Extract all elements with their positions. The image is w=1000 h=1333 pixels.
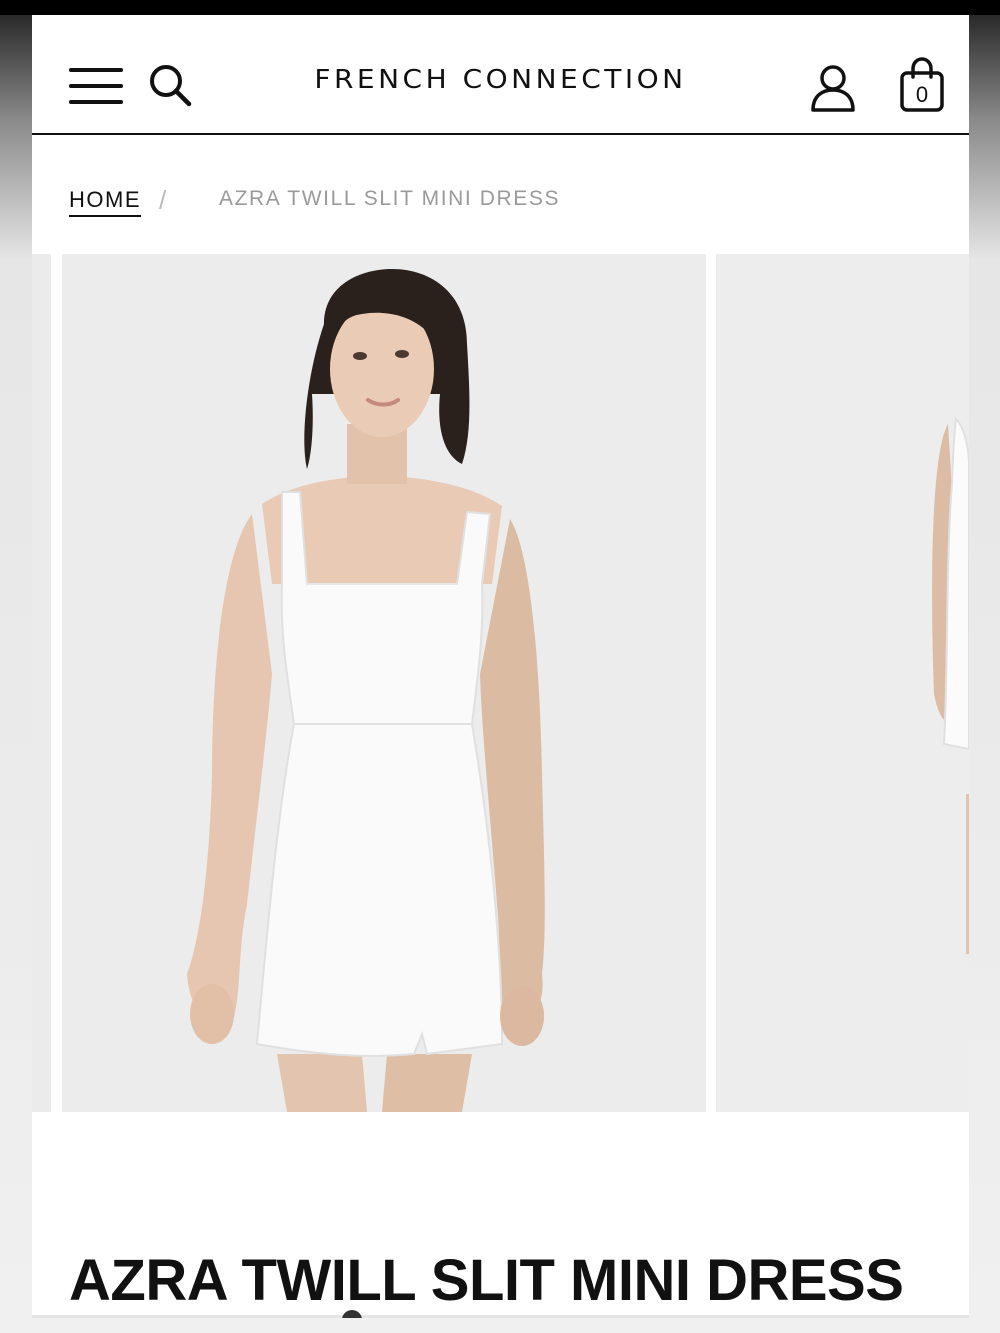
breadcrumb-current: AZRA TWILL SLIT MINI DRESS [219,187,561,210]
product-image-main[interactable] [62,254,706,1112]
model-side-view-image [716,254,969,1112]
breadcrumb-home-link[interactable]: HOME [69,187,141,217]
product-image-gallery[interactable] [32,254,969,1114]
product-page: FRENCH CONNECTION 0 HOME / AZRA TWILL SL… [32,15,969,1318]
breadcrumb-separator: / [159,185,167,215]
site-header: FRENCH CONNECTION 0 [32,15,969,135]
cart-count: 0 [915,82,929,107]
divider [32,1315,969,1318]
user-account-icon[interactable] [810,63,856,113]
status-bar [0,0,1000,15]
gallery-next-slide[interactable] [716,254,969,1112]
product-title: AZRA TWILL SLIT MINI DRESS [69,1247,904,1313]
gallery-previous-slide[interactable] [32,254,51,1112]
model-front-view-image [62,254,706,1112]
